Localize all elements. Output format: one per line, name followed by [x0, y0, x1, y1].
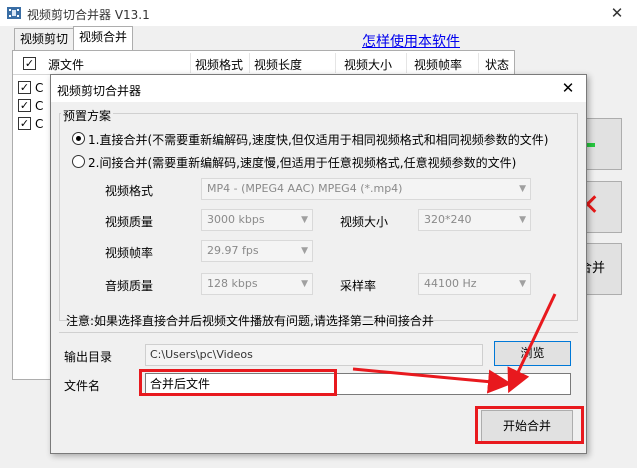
indirect-merge-radio[interactable]	[72, 155, 85, 168]
divider	[59, 332, 578, 333]
column-divider	[406, 53, 407, 73]
column-header-status[interactable]: 状态	[485, 56, 509, 73]
check-icon: ✓	[19, 81, 30, 94]
audio-quality-value: 128 kbps	[207, 277, 258, 290]
app-title: 视频剪切合并器 V13.1	[27, 8, 150, 22]
column-header-format[interactable]: 视频格式	[195, 56, 243, 73]
preset-group-title: 预置方案	[61, 107, 114, 124]
list-item[interactable]: C	[35, 81, 43, 95]
dialog-titlebar: 视频剪切合并器 ✕	[51, 75, 586, 102]
list-item[interactable]: C	[35, 117, 43, 131]
column-header-size[interactable]: 视频大小	[344, 56, 392, 73]
audio-quality-label: 音频质量	[105, 279, 154, 293]
indirect-merge-label[interactable]: 2.间接合并(需要重新编解码,速度慢,但适用于任意视频格式,任意视频参数的文件)	[88, 154, 516, 171]
filename-label: 文件名	[64, 379, 101, 393]
merge-note: 注意:如果选择直接合并后视频文件播放有问题,请选择第二种间接合并	[66, 314, 434, 328]
sample-rate-label: 采样率	[340, 279, 377, 293]
select-all-checkbox[interactable]: ✓	[23, 57, 36, 70]
row-checkbox[interactable]: ✓	[18, 81, 31, 94]
video-format-value: MP4 - (MPEG4 AAC) MPEG4 (*.mp4)	[207, 182, 403, 195]
direct-merge-radio[interactable]	[72, 132, 85, 145]
start-merge-button[interactable]: 开始合并	[481, 410, 573, 442]
frame-rate-label: 视频帧率	[105, 246, 154, 260]
column-divider	[478, 53, 479, 73]
frame-rate-value: 29.97 fps	[207, 244, 259, 257]
dialog-close-icon[interactable]: ✕	[555, 77, 581, 99]
tab-video-merge[interactable]: 视频合并	[73, 26, 134, 51]
output-dir-label: 输出目录	[64, 350, 113, 364]
chevron-down-icon: ▼	[519, 279, 526, 289]
output-dir-field[interactable]: C:\Users\pc\Videos	[145, 344, 483, 366]
row-checkbox[interactable]: ✓	[18, 117, 31, 130]
row-checkbox[interactable]: ✓	[18, 99, 31, 112]
video-format-select[interactable]: MP4 - (MPEG4 AAC) MPEG4 (*.mp4) ▼	[201, 178, 531, 200]
chevron-down-icon: ▼	[301, 215, 308, 225]
column-header-framerate[interactable]: 视频帧率	[414, 56, 462, 73]
app-film-icon	[7, 7, 21, 19]
video-size-select[interactable]: 320*240 ▼	[418, 209, 531, 231]
video-size-value: 320*240	[424, 213, 472, 226]
direct-merge-label[interactable]: 1.直接合并(不需要重新编解码,速度快,但仅适用于相同视频格式和相同视频参数的文…	[88, 131, 548, 148]
browse-button[interactable]: 浏览	[494, 341, 571, 366]
file-list-header: ✓ 源文件 视频格式 视频长度 视频大小 视频帧率 状态	[13, 51, 514, 75]
column-divider	[249, 53, 250, 73]
frame-rate-select[interactable]: 29.97 fps ▼	[201, 240, 313, 262]
chevron-down-icon: ▼	[301, 246, 308, 256]
column-header-source[interactable]: 源文件	[48, 56, 84, 73]
check-icon: ✓	[19, 117, 30, 130]
video-quality-value: 3000 kbps	[207, 213, 265, 226]
dialog-title: 视频剪切合并器	[57, 84, 142, 98]
video-quality-label: 视频质量	[105, 215, 154, 229]
chevron-down-icon: ▼	[519, 184, 526, 194]
column-divider	[190, 53, 191, 73]
column-divider	[335, 53, 336, 73]
video-quality-select[interactable]: 3000 kbps ▼	[201, 209, 313, 231]
video-format-label: 视频格式	[105, 184, 154, 198]
check-icon: ✓	[19, 99, 30, 112]
tab-video-cut[interactable]: 视频剪切	[14, 28, 75, 50]
main-titlebar: 视频剪切合并器 V13.1 ✕	[0, 0, 637, 26]
merge-dialog: 视频剪切合并器 ✕ 预置方案 1.直接合并(不需要重新编解码,速度快,但仅适用于…	[50, 74, 587, 454]
filename-input[interactable]: 合并后文件	[145, 373, 571, 395]
sample-rate-select[interactable]: 44100 Hz ▼	[418, 273, 531, 295]
chevron-down-icon: ▼	[301, 279, 308, 289]
main-close-icon[interactable]: ✕	[604, 2, 630, 24]
column-header-duration[interactable]: 视频长度	[254, 56, 302, 73]
help-link[interactable]: 怎样使用本软件	[362, 31, 460, 51]
radio-selected-dot	[76, 136, 81, 141]
chevron-down-icon: ▼	[519, 215, 526, 225]
sample-rate-value: 44100 Hz	[424, 277, 477, 290]
audio-quality-select[interactable]: 128 kbps ▼	[201, 273, 313, 295]
list-item[interactable]: C	[35, 99, 43, 113]
check-icon: ✓	[24, 57, 35, 70]
video-size-label: 视频大小	[340, 215, 389, 229]
